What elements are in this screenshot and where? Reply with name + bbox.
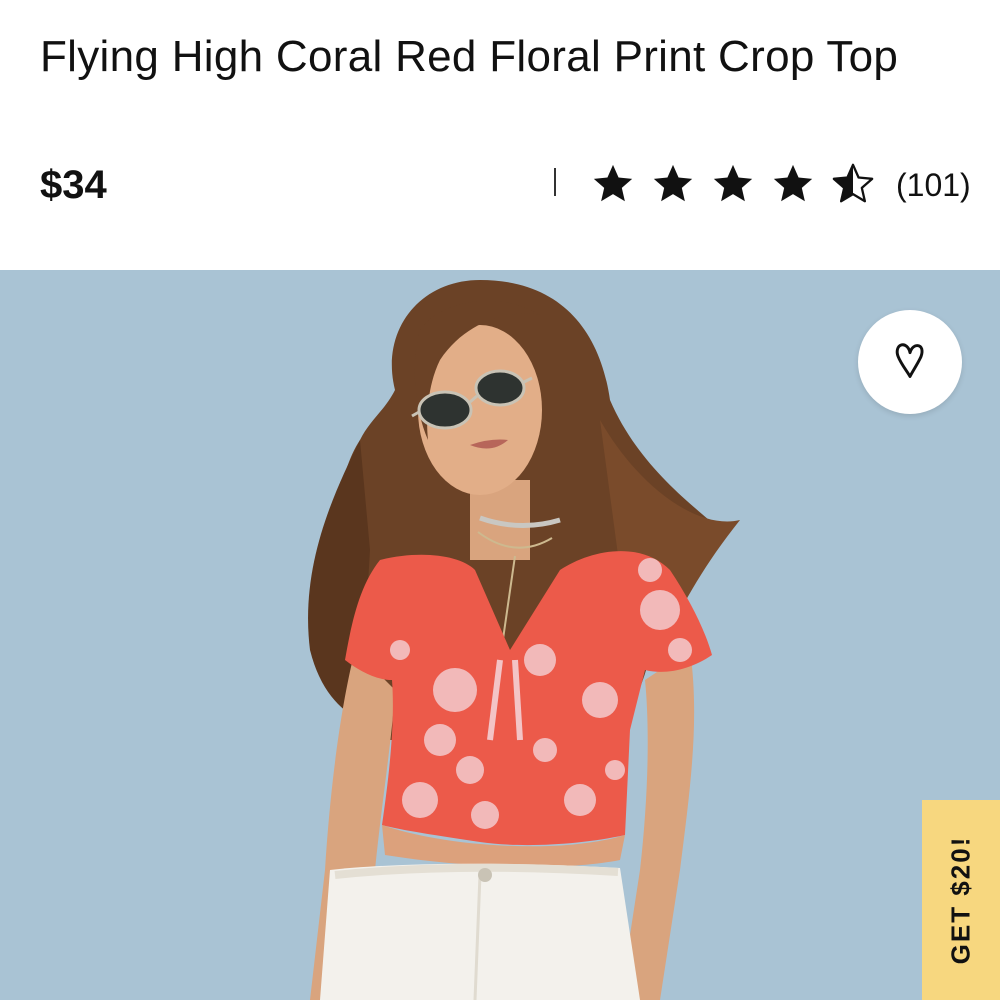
rating-stars[interactable] <box>590 156 890 212</box>
star-full-icon <box>710 161 756 207</box>
star-full-icon <box>770 161 816 207</box>
promo-label[interactable]: GET $20! <box>946 836 977 965</box>
star-full-icon <box>590 161 636 207</box>
review-count[interactable]: (101) <box>896 163 971 207</box>
product-price: $34 <box>40 163 107 207</box>
star-half-icon <box>830 161 876 207</box>
model-photo <box>0 270 1000 1000</box>
divider <box>554 168 556 196</box>
star-full-icon <box>650 161 696 207</box>
product-title: Flying High Coral Red Floral Print Crop … <box>40 32 899 81</box>
product-header: Flying High Coral Red Floral Print Crop … <box>0 0 1000 270</box>
favorite-button[interactable] <box>858 310 962 414</box>
product-image[interactable] <box>0 270 1000 1000</box>
heart-outline-icon <box>888 338 932 387</box>
